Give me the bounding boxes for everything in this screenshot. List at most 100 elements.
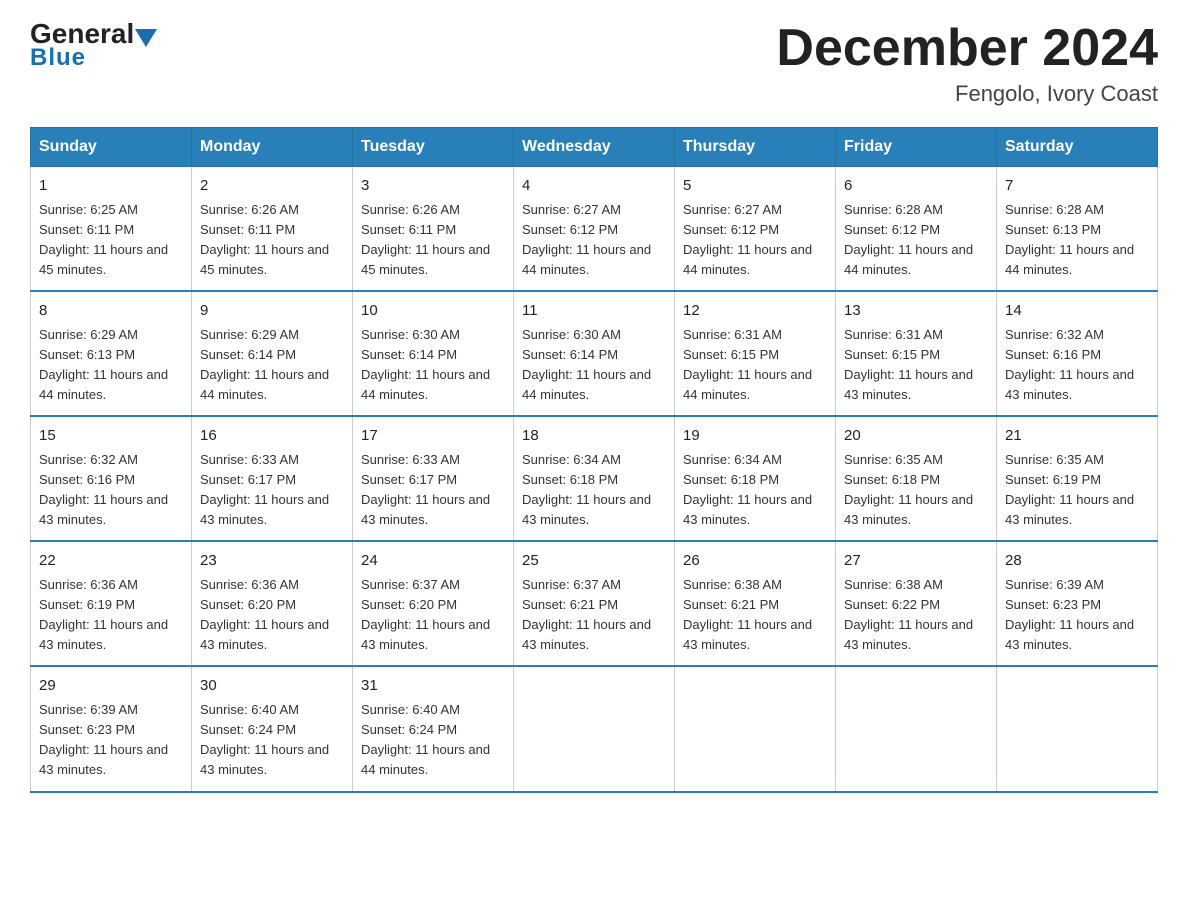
calendar-table: SundayMondayTuesdayWednesdayThursdayFrid… <box>30 127 1158 792</box>
day-info: Sunrise: 6:36 AMSunset: 6:19 PMDaylight:… <box>39 577 168 652</box>
day-number: 21 <box>1005 425 1149 448</box>
day-info: Sunrise: 6:40 AMSunset: 6:24 PMDaylight:… <box>200 702 329 777</box>
day-info: Sunrise: 6:38 AMSunset: 6:22 PMDaylight:… <box>844 577 973 652</box>
day-cell: 12 Sunrise: 6:31 AMSunset: 6:15 PMDayligh… <box>675 291 836 416</box>
day-number: 27 <box>844 550 988 573</box>
header-row: SundayMondayTuesdayWednesdayThursdayFrid… <box>31 128 1158 167</box>
logo: General Blue <box>30 20 157 72</box>
day-cell: 6 Sunrise: 6:28 AMSunset: 6:12 PMDaylight… <box>836 167 997 292</box>
day-number: 26 <box>683 550 827 573</box>
day-number: 16 <box>200 425 344 448</box>
day-number: 9 <box>200 300 344 323</box>
page-title: December 2024 <box>776 20 1158 77</box>
day-number: 29 <box>39 675 183 698</box>
day-number: 18 <box>522 425 666 448</box>
col-header-tuesday: Tuesday <box>353 128 514 167</box>
day-cell: 20 Sunrise: 6:35 AMSunset: 6:18 PMDayligh… <box>836 416 997 541</box>
day-number: 25 <box>522 550 666 573</box>
col-header-monday: Monday <box>192 128 353 167</box>
day-number: 14 <box>1005 300 1149 323</box>
day-cell: 3 Sunrise: 6:26 AMSunset: 6:11 PMDaylight… <box>353 167 514 292</box>
day-cell: 23Sunrise: 6:36 AMSunset: 6:20 PMDayligh… <box>192 541 353 666</box>
col-header-saturday: Saturday <box>997 128 1158 167</box>
day-info: Sunrise: 6:37 AMSunset: 6:21 PMDaylight:… <box>522 577 651 652</box>
col-header-thursday: Thursday <box>675 128 836 167</box>
day-info: Sunrise: 6:34 AMSunset: 6:18 PMDaylight:… <box>522 452 651 527</box>
day-number: 28 <box>1005 550 1149 573</box>
day-number: 13 <box>844 300 988 323</box>
day-number: 11 <box>522 300 666 323</box>
day-cell: 16 Sunrise: 6:33 AMSunset: 6:17 PMDayligh… <box>192 416 353 541</box>
day-info: Sunrise: 6:33 AMSunset: 6:17 PMDaylight:… <box>200 452 329 527</box>
day-cell: 24 Sunrise: 6:37 AMSunset: 6:20 PMDayligh… <box>353 541 514 666</box>
day-number: 22 <box>39 550 183 573</box>
day-cell: 15Sunrise: 6:32 AMSunset: 6:16 PMDayligh… <box>31 416 192 541</box>
day-info: Sunrise: 6:31 AMSunset: 6:15 PMDaylight:… <box>844 327 973 402</box>
week-row-2: 8 Sunrise: 6:29 AMSunset: 6:13 PMDaylight… <box>31 291 1158 416</box>
day-info: Sunrise: 6:27 AMSunset: 6:12 PMDaylight:… <box>522 202 651 277</box>
day-number: 20 <box>844 425 988 448</box>
day-cell: 13 Sunrise: 6:31 AMSunset: 6:15 PMDayligh… <box>836 291 997 416</box>
day-cell: 25 Sunrise: 6:37 AMSunset: 6:21 PMDayligh… <box>514 541 675 666</box>
day-cell <box>675 666 836 791</box>
day-number: 5 <box>683 175 827 198</box>
day-cell: 4 Sunrise: 6:27 AMSunset: 6:12 PMDaylight… <box>514 167 675 292</box>
day-number: 6 <box>844 175 988 198</box>
day-number: 30 <box>200 675 344 698</box>
day-cell: 22 Sunrise: 6:36 AMSunset: 6:19 PMDayligh… <box>31 541 192 666</box>
day-cell: 7Sunrise: 6:28 AMSunset: 6:13 PMDaylight… <box>997 167 1158 292</box>
day-number: 24 <box>361 550 505 573</box>
day-number: 19 <box>683 425 827 448</box>
day-cell: 2Sunrise: 6:26 AMSunset: 6:11 PMDaylight… <box>192 167 353 292</box>
day-info: Sunrise: 6:35 AMSunset: 6:19 PMDaylight:… <box>1005 452 1134 527</box>
day-number: 15 <box>39 425 183 448</box>
day-info: Sunrise: 6:28 AMSunset: 6:13 PMDaylight:… <box>1005 202 1134 277</box>
col-header-sunday: Sunday <box>31 128 192 167</box>
day-cell <box>997 666 1158 791</box>
day-info: Sunrise: 6:35 AMSunset: 6:18 PMDaylight:… <box>844 452 973 527</box>
day-number: 4 <box>522 175 666 198</box>
logo-blue: Blue <box>30 44 86 72</box>
day-number: 17 <box>361 425 505 448</box>
day-cell: 19 Sunrise: 6:34 AMSunset: 6:18 PMDayligh… <box>675 416 836 541</box>
day-info: Sunrise: 6:34 AMSunset: 6:18 PMDaylight:… <box>683 452 812 527</box>
col-header-wednesday: Wednesday <box>514 128 675 167</box>
day-number: 12 <box>683 300 827 323</box>
week-row-4: 22 Sunrise: 6:36 AMSunset: 6:19 PMDayligh… <box>31 541 1158 666</box>
day-cell: 10Sunrise: 6:30 AMSunset: 6:14 PMDayligh… <box>353 291 514 416</box>
day-info: Sunrise: 6:31 AMSunset: 6:15 PMDaylight:… <box>683 327 812 402</box>
day-cell: 29Sunrise: 6:39 AMSunset: 6:23 PMDayligh… <box>31 666 192 791</box>
week-row-1: 1Sunrise: 6:25 AMSunset: 6:11 PMDaylight… <box>31 167 1158 292</box>
day-number: 3 <box>361 175 505 198</box>
day-number: 1 <box>39 175 183 198</box>
day-cell: 17 Sunrise: 6:33 AMSunset: 6:17 PMDayligh… <box>353 416 514 541</box>
day-cell: 26 Sunrise: 6:38 AMSunset: 6:21 PMDayligh… <box>675 541 836 666</box>
day-cell: 28 Sunrise: 6:39 AMSunset: 6:23 PMDayligh… <box>997 541 1158 666</box>
day-cell: 11 Sunrise: 6:30 AMSunset: 6:14 PMDayligh… <box>514 291 675 416</box>
day-info: Sunrise: 6:30 AMSunset: 6:14 PMDaylight:… <box>522 327 651 402</box>
day-info: Sunrise: 6:40 AMSunset: 6:24 PMDaylight:… <box>361 702 490 777</box>
day-info: Sunrise: 6:26 AMSunset: 6:11 PMDaylight:… <box>361 202 490 277</box>
day-info: Sunrise: 6:39 AMSunset: 6:23 PMDaylight:… <box>1005 577 1134 652</box>
day-cell: 30 Sunrise: 6:40 AMSunset: 6:24 PMDayligh… <box>192 666 353 791</box>
day-number: 31 <box>361 675 505 698</box>
day-info: Sunrise: 6:38 AMSunset: 6:21 PMDaylight:… <box>683 577 812 652</box>
day-info: Sunrise: 6:33 AMSunset: 6:17 PMDaylight:… <box>361 452 490 527</box>
day-cell: 5Sunrise: 6:27 AMSunset: 6:12 PMDaylight… <box>675 167 836 292</box>
day-info: Sunrise: 6:29 AMSunset: 6:14 PMDaylight:… <box>200 327 329 402</box>
day-info: Sunrise: 6:26 AMSunset: 6:11 PMDaylight:… <box>200 202 329 277</box>
col-header-friday: Friday <box>836 128 997 167</box>
day-cell: 18 Sunrise: 6:34 AMSunset: 6:18 PMDayligh… <box>514 416 675 541</box>
day-cell: 8 Sunrise: 6:29 AMSunset: 6:13 PMDaylight… <box>31 291 192 416</box>
day-info: Sunrise: 6:28 AMSunset: 6:12 PMDaylight:… <box>844 202 973 277</box>
day-cell: 31 Sunrise: 6:40 AMSunset: 6:24 PMDayligh… <box>353 666 514 791</box>
day-number: 8 <box>39 300 183 323</box>
day-cell: 1Sunrise: 6:25 AMSunset: 6:11 PMDaylight… <box>31 167 192 292</box>
day-number: 10 <box>361 300 505 323</box>
day-cell <box>836 666 997 791</box>
day-cell: 21 Sunrise: 6:35 AMSunset: 6:19 PMDayligh… <box>997 416 1158 541</box>
day-info: Sunrise: 6:32 AMSunset: 6:16 PMDaylight:… <box>1005 327 1134 402</box>
day-cell: 14 Sunrise: 6:32 AMSunset: 6:16 PMDayligh… <box>997 291 1158 416</box>
day-info: Sunrise: 6:29 AMSunset: 6:13 PMDaylight:… <box>39 327 168 402</box>
day-info: Sunrise: 6:37 AMSunset: 6:20 PMDaylight:… <box>361 577 490 652</box>
